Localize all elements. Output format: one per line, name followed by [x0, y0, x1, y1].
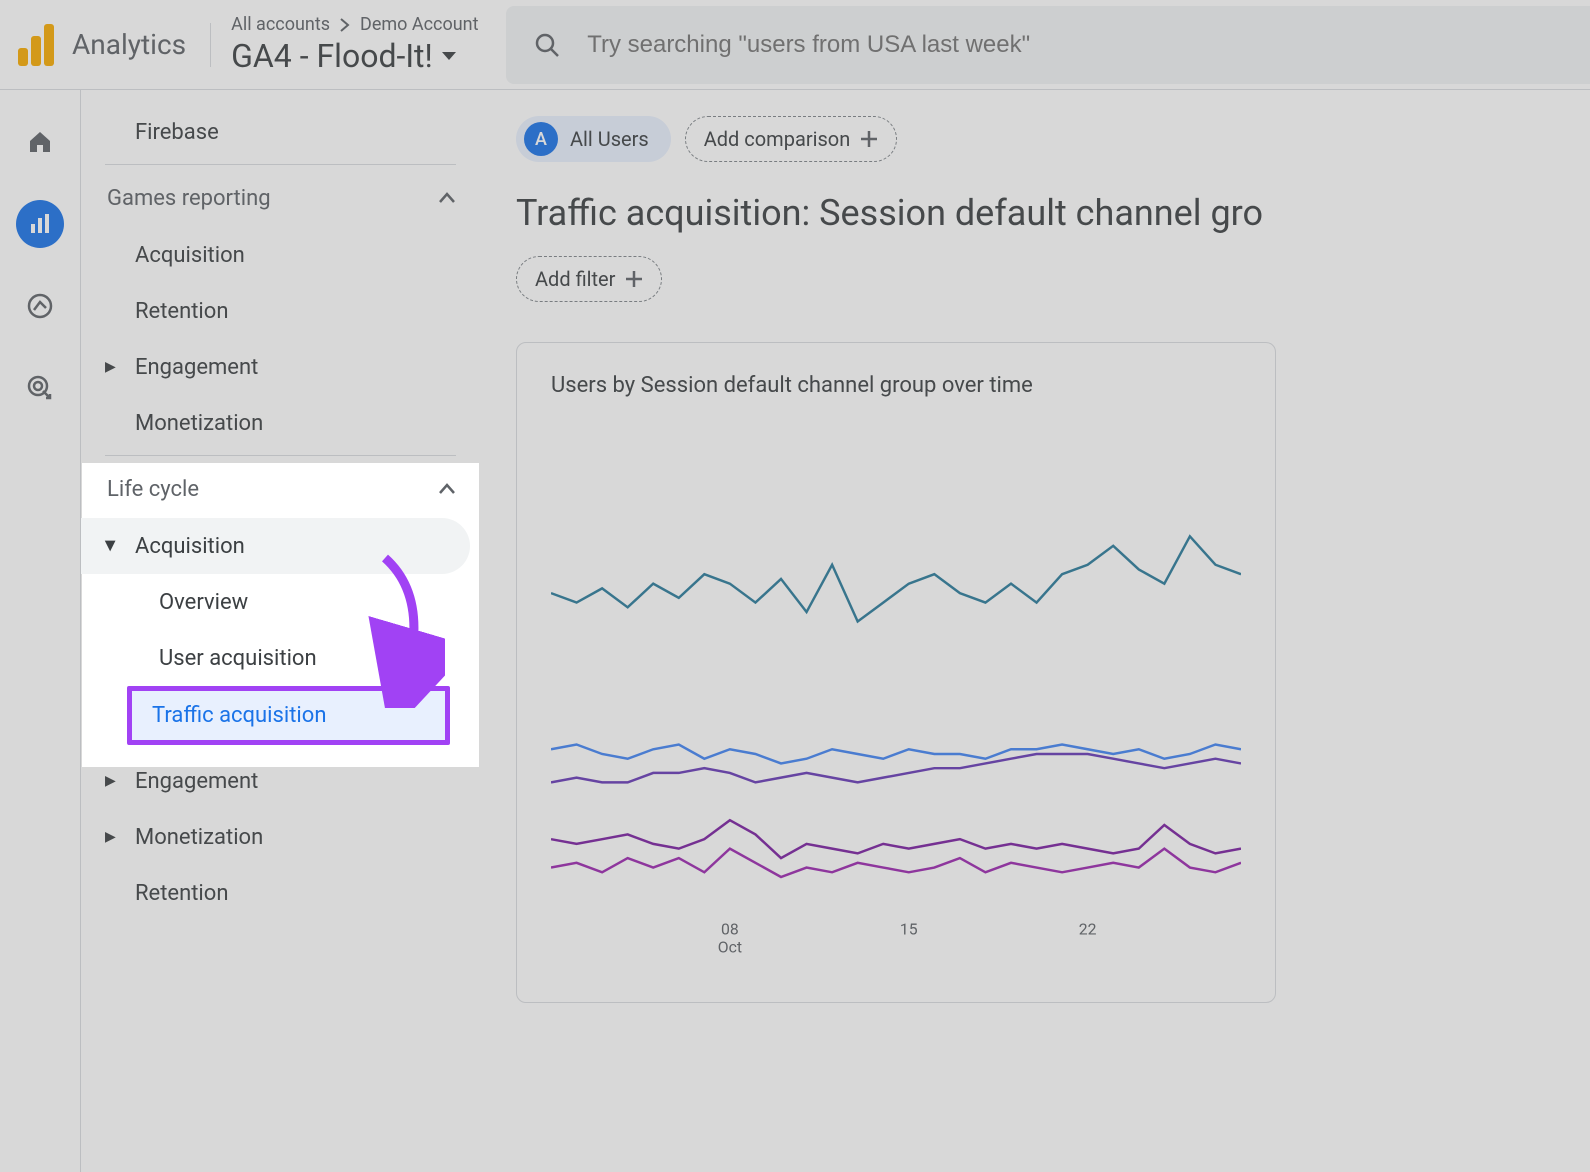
divider [105, 455, 456, 456]
analytics-logo-icon [18, 24, 54, 66]
plus-icon [625, 270, 643, 288]
logo-text: Analytics [72, 28, 186, 61]
svg-text:Oct: Oct [718, 937, 742, 956]
plus-icon [860, 130, 878, 148]
divider [210, 23, 211, 67]
explore-icon [26, 292, 54, 320]
sidebar-section-games[interactable]: Games reporting [81, 169, 480, 227]
breadcrumb-accounts: All accounts [231, 14, 330, 35]
sidebar-item-overview[interactable]: Overview [81, 574, 480, 630]
sidebar-item-lc-monetization[interactable]: ▶ Monetization [81, 809, 480, 865]
chart-title: Users by Session default channel group o… [551, 373, 1241, 398]
sidebar-item-acquisition[interactable]: Acquisition [81, 227, 480, 283]
breadcrumb: All accounts Demo Account [231, 14, 478, 35]
section-label: Games reporting [107, 186, 271, 211]
sidebar-item-traffic-acquisition[interactable]: Traffic acquisition [127, 686, 450, 745]
logo-area: Analytics [18, 24, 186, 66]
sidebar-item-lc-retention[interactable]: Retention [81, 865, 480, 921]
button-label: Add filter [535, 267, 615, 291]
sidebar-item-monetization[interactable]: Monetization [81, 395, 480, 451]
caret-right-icon: ▶ [105, 773, 116, 789]
main-content: A All Users Add comparison Traffic acqui… [480, 90, 1590, 1172]
add-filter-button[interactable]: Add filter [516, 256, 662, 302]
rail-reports[interactable] [16, 200, 64, 248]
home-icon [27, 129, 53, 155]
target-icon [26, 374, 54, 402]
sidebar-item-engagement[interactable]: ▶ Engagement [81, 339, 480, 395]
sidebar-section-lifecycle[interactable]: Life cycle [81, 460, 480, 518]
item-label: Monetization [135, 825, 263, 850]
caret-down-icon: ▶ [102, 541, 118, 552]
comparison-badge: A [524, 122, 558, 156]
section-label: Life cycle [107, 477, 199, 502]
item-label: Engagement [135, 769, 258, 794]
chevron-up-icon [438, 483, 456, 495]
rail-explore[interactable] [16, 282, 64, 330]
search-bar[interactable] [506, 6, 1590, 84]
caret-right-icon: ▶ [105, 359, 116, 375]
chevron-up-icon [438, 192, 456, 204]
item-label: Acquisition [135, 534, 245, 559]
breadcrumb-account: Demo Account [360, 14, 478, 35]
svg-text:22: 22 [1079, 920, 1097, 939]
sidebar-item-retention[interactable]: Retention [81, 283, 480, 339]
search-input[interactable] [587, 31, 1590, 59]
button-label: Add comparison [704, 127, 851, 151]
caret-down-icon [441, 51, 457, 61]
nav-rail [0, 90, 80, 1172]
rail-home[interactable] [16, 118, 64, 166]
property-name: GA4 - Flood-It! [231, 37, 433, 75]
bar-chart-icon [28, 212, 52, 236]
caret-right-icon: ▶ [105, 829, 116, 845]
sidebar-item-lc-engagement[interactable]: ▶ Engagement [81, 753, 480, 809]
sidebar-item-lc-acquisition[interactable]: ▶ Acquisition [81, 518, 470, 574]
line-chart: 08 15 22 Oct [551, 428, 1241, 968]
account-selector[interactable]: All accounts Demo Account GA4 - Flood-It… [231, 14, 478, 75]
svg-text:08: 08 [721, 920, 739, 939]
svg-text:15: 15 [900, 920, 918, 939]
header: Analytics All accounts Demo Account GA4 … [0, 0, 1590, 90]
page-title: Traffic acquisition: Session default cha… [516, 192, 1590, 234]
rail-advertising[interactable] [16, 364, 64, 412]
sidebar: Firebase Games reporting Acquisition Ret… [80, 90, 480, 1172]
divider [105, 164, 456, 165]
add-comparison-button[interactable]: Add comparison [685, 116, 898, 162]
comparison-pill-all-users[interactable]: A All Users [516, 116, 671, 162]
search-icon [534, 32, 559, 58]
chart-card: Users by Session default channel group o… [516, 342, 1276, 1003]
sidebar-item-firebase[interactable]: Firebase [81, 104, 480, 160]
chevron-right-icon [340, 18, 350, 32]
sidebar-item-user-acquisition[interactable]: User acquisition [81, 630, 480, 686]
item-label: Engagement [135, 355, 258, 380]
comparison-label: All Users [570, 127, 649, 151]
